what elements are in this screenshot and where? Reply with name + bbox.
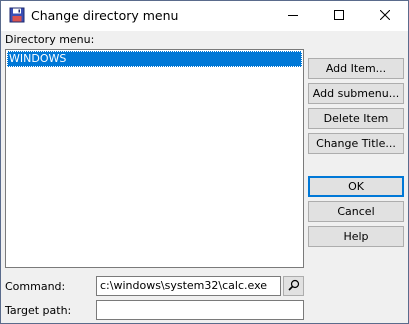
directory-menu-list[interactable]: WINDOWS — [5, 49, 304, 268]
target-path-field[interactable] — [96, 300, 304, 320]
target-path-label: Target path: — [5, 304, 72, 317]
add-submenu-button[interactable]: Add submenu... — [308, 83, 404, 104]
ok-button[interactable]: OK — [308, 176, 404, 197]
command-field[interactable]: c:\windows\system32\calc.exe — [96, 276, 281, 296]
browse-button[interactable] — [283, 276, 304, 296]
minimize-button[interactable] — [270, 1, 316, 31]
directory-menu-label: Directory menu: — [5, 33, 95, 46]
change-title-button[interactable]: Change Title... — [308, 133, 404, 154]
magnifier-icon — [287, 279, 300, 294]
dialog-window: Change directory menu Directory menu: WI… — [0, 0, 409, 324]
maximize-icon — [334, 9, 344, 23]
floppy-disk-icon — [9, 7, 25, 23]
title-bar[interactable]: Change directory menu — [1, 1, 408, 31]
delete-item-button[interactable]: Delete Item — [308, 108, 404, 129]
minimize-icon — [288, 10, 298, 23]
command-label: Command: — [5, 280, 66, 293]
list-item[interactable]: WINDOWS — [7, 51, 302, 67]
cancel-button[interactable]: Cancel — [308, 201, 404, 222]
help-button[interactable]: Help — [308, 226, 404, 247]
add-item-button[interactable]: Add Item... — [308, 58, 404, 79]
maximize-button[interactable] — [316, 1, 362, 31]
close-button[interactable] — [362, 1, 408, 31]
close-icon — [379, 9, 391, 23]
window-title: Change directory menu — [31, 8, 179, 23]
